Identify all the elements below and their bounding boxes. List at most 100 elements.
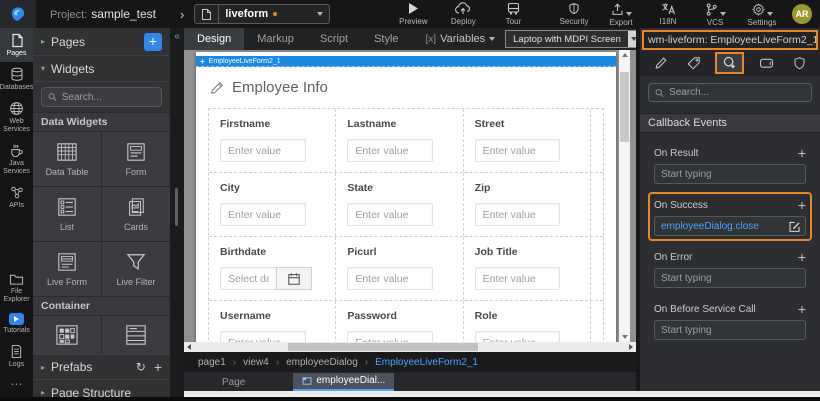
page-selector[interactable]: liveform <box>218 4 330 24</box>
breadcrumb-item[interactable]: view4 <box>243 357 269 368</box>
field-input[interactable] <box>220 139 306 162</box>
form-field-state[interactable]: State <box>336 173 463 236</box>
date-input[interactable] <box>220 267 276 290</box>
form-field-jobtitle[interactable]: Job Title <box>464 237 591 300</box>
widget-data-table[interactable]: Data Table <box>33 132 101 186</box>
breadcrumb-item[interactable]: employeeDialog <box>286 357 358 368</box>
selected-widget-bar[interactable]: + EmployeeLiveForm2_1 <box>196 56 616 67</box>
tab-security[interactable] <box>788 54 811 72</box>
widget-search-input[interactable] <box>62 92 155 103</box>
form-field-password[interactable]: Password <box>336 301 463 344</box>
rail-item-databases[interactable]: Databases <box>0 62 33 96</box>
tab-script[interactable]: Script <box>307 28 361 50</box>
event-value-box[interactable]: employeeDialog.close <box>654 216 806 236</box>
field-input[interactable] <box>475 203 561 226</box>
collapse-panel-icon[interactable]: « <box>170 31 184 42</box>
event-input[interactable] <box>654 268 806 288</box>
add-action-icon[interactable]: + <box>798 199 806 211</box>
edit-action-button[interactable] <box>786 219 802 234</box>
refresh-icon[interactable]: ↻ <box>136 360 146 374</box>
export-button[interactable]: Export <box>604 2 638 27</box>
tab-design[interactable]: Design <box>184 28 244 50</box>
field-input[interactable] <box>347 139 433 162</box>
rail-item-file-explorer[interactable]: File Explorer <box>0 268 33 308</box>
brand-logo[interactable] <box>0 0 36 28</box>
tab-events[interactable] <box>715 52 744 74</box>
breadcrumb-item-active[interactable]: EmployeeLiveForm2_1 <box>375 357 478 368</box>
add-action-icon[interactable]: + <box>798 251 806 263</box>
event-input[interactable] <box>654 164 806 184</box>
form-field-city[interactable]: City <box>209 173 336 236</box>
form-field-firstname[interactable]: Firstname <box>209 109 336 172</box>
form-field-zip[interactable]: Zip <box>464 173 591 236</box>
rail-item-java-services[interactable]: Java Services <box>0 138 33 180</box>
event-input[interactable] <box>654 320 806 340</box>
rail-item-pages[interactable]: Pages <box>0 28 33 62</box>
variables-button[interactable]: [x] Variables <box>426 33 496 45</box>
tab-page[interactable]: Page <box>208 374 259 391</box>
panel-divider[interactable]: « <box>170 28 184 397</box>
i18n-button[interactable]: I18N <box>651 2 685 26</box>
more-icon[interactable]: ⋯ <box>0 373 33 397</box>
scrollbar-thumb[interactable] <box>620 72 629 142</box>
event-value[interactable]: employeeDialog.close <box>661 221 759 232</box>
canvas-page[interactable]: + EmployeeLiveForm2_1 Employee Info Firs… <box>196 52 616 344</box>
widget-grid-layout[interactable] <box>33 316 101 354</box>
widget-accordion[interactable] <box>102 316 170 354</box>
widget-form[interactable]: Form <box>102 132 170 186</box>
scrollbar-thumb[interactable] <box>288 343 478 351</box>
tab-markup-pencil[interactable] <box>649 54 673 72</box>
form-field-street[interactable]: Street <box>464 109 591 172</box>
vcs-button[interactable]: VCS <box>698 2 732 27</box>
form-field-username[interactable]: Username <box>209 301 336 344</box>
property-search[interactable] <box>648 83 812 102</box>
field-input[interactable] <box>347 203 433 226</box>
breadcrumb-item[interactable]: page1 <box>198 357 226 368</box>
prefabs-section-header[interactable]: ▸ Prefabs ↻ + <box>33 354 170 380</box>
calendar-button[interactable] <box>276 267 312 290</box>
field-input[interactable] <box>220 203 306 226</box>
add-page-button[interactable]: + <box>144 33 162 51</box>
field-input[interactable] <box>475 267 561 290</box>
tab-styles[interactable] <box>682 54 706 72</box>
field-input[interactable] <box>347 267 433 290</box>
widget-cards[interactable]: Cards <box>102 187 170 241</box>
form-title[interactable]: Employee Info <box>210 79 616 96</box>
form-field-lastname[interactable]: Lastname <box>336 109 463 172</box>
tab-markup[interactable]: Markup <box>244 28 307 50</box>
tab-employee-dialog[interactable]: employeeDial... <box>293 373 394 391</box>
form-field-picurl[interactable]: Picurl <box>336 237 463 300</box>
widget-list[interactable]: List <box>33 187 101 241</box>
security-button[interactable]: Security <box>557 2 591 26</box>
field-input[interactable] <box>475 139 561 162</box>
add-action-icon[interactable]: + <box>798 147 806 159</box>
rail-item-apis[interactable]: APIs <box>0 180 33 214</box>
settings-button[interactable]: Settings <box>745 2 779 27</box>
widget-search[interactable] <box>41 87 162 107</box>
page-structure-section-header[interactable]: ▸ Page Structure <box>33 380 170 397</box>
widgets-section-header[interactable]: ▾ Widgets <box>33 56 170 82</box>
tab-device[interactable] <box>754 55 779 71</box>
scroll-right-icon[interactable] <box>626 342 636 352</box>
widget-live-filter[interactable]: Live Filter <box>102 242 170 296</box>
tour-button[interactable]: Tour <box>496 2 530 26</box>
canvas-horizontal-scrollbar[interactable] <box>184 342 636 352</box>
scroll-left-icon[interactable] <box>184 342 194 352</box>
device-selector[interactable]: Laptop with MDPI Screen <box>505 30 642 48</box>
user-avatar[interactable]: AR <box>792 4 812 24</box>
scroll-up-icon[interactable] <box>619 50 630 60</box>
form-field-role[interactable]: Role <box>464 301 591 344</box>
rail-item-logs[interactable]: Logs <box>0 339 33 373</box>
add-prefab-icon[interactable]: + <box>154 359 162 375</box>
divider-handle-icon[interactable] <box>175 188 178 226</box>
deploy-button[interactable]: Deploy <box>446 2 480 26</box>
add-action-icon[interactable]: + <box>798 303 806 315</box>
widget-live-form[interactable]: Live Form <box>33 242 101 296</box>
pages-section-header[interactable]: ▸ Pages + <box>33 28 170 56</box>
canvas-vertical-scrollbar[interactable] <box>619 50 630 342</box>
tab-style[interactable]: Style <box>361 28 411 50</box>
page-doc-button[interactable] <box>194 4 218 24</box>
rail-item-web-services[interactable]: Web Services <box>0 96 33 138</box>
rail-item-tutorials[interactable]: Tutorials <box>0 308 33 339</box>
property-search-input[interactable] <box>669 87 805 98</box>
